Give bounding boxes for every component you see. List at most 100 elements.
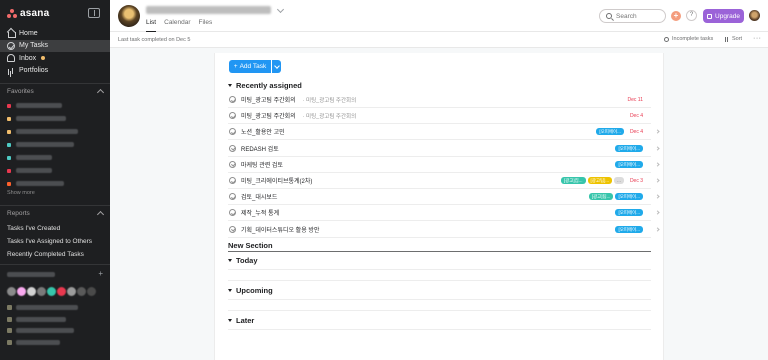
tag-pill[interactable]: [오피에이... — [615, 209, 643, 217]
section-upcoming[interactable]: Upcoming — [228, 286, 273, 295]
complete-task-checkbox[interactable] — [229, 96, 236, 103]
team-project-item[interactable] — [7, 325, 103, 337]
upgrade-button[interactable]: Upgrade — [703, 9, 744, 23]
avatar[interactable] — [37, 287, 46, 296]
task-row[interactable]: 제작_누적 통계 [오피에이... — [228, 205, 660, 222]
complete-task-checkbox[interactable] — [229, 144, 236, 152]
complete-task-checkbox[interactable] — [229, 177, 236, 184]
search-input[interactable] — [616, 12, 660, 20]
report-link[interactable]: Tasks I've Assigned to Others — [7, 235, 92, 248]
task-name[interactable]: 미팅_크리에이티브통계(2차) — [241, 176, 312, 185]
favorite-item[interactable] — [7, 125, 103, 138]
favorite-item[interactable] — [7, 177, 103, 190]
caret-down-icon[interactable] — [228, 289, 232, 292]
quick-add-button[interactable]: + — [671, 11, 681, 21]
report-link[interactable]: Recently Completed Tasks — [7, 248, 92, 261]
complete-task-checkbox[interactable] — [229, 112, 236, 120]
report-link[interactable]: Tasks I've Created — [7, 222, 92, 235]
chevron-right-icon[interactable] — [655, 210, 660, 216]
chevron-right-icon[interactable] — [655, 194, 660, 199]
team-project-item[interactable] — [7, 337, 103, 349]
caret-down-icon[interactable] — [228, 319, 232, 322]
chevron-right-icon[interactable] — [655, 178, 660, 183]
tag-pill[interactable]: [오피에이... — [615, 144, 643, 152]
add-task-button[interactable]: + Add Task — [229, 60, 271, 73]
favorites-header[interactable]: Favorites — [7, 88, 105, 97]
team-project-item[interactable] — [7, 314, 103, 326]
favorite-item[interactable] — [7, 112, 103, 125]
add-task-dropdown-icon[interactable] — [272, 60, 281, 73]
task-name[interactable]: 제작_누적 통계 — [241, 208, 279, 217]
tag-pill[interactable]: [광고팀]... — [587, 177, 613, 184]
task-row[interactable]: 미팅_광고팀 주간회의 · 미팅_광고팀 주간회의 Dec 4 — [228, 108, 651, 125]
tag-pill[interactable]: [오피에이... — [615, 160, 643, 168]
sort-button[interactable]: Sort — [724, 36, 742, 42]
avatar[interactable] — [7, 287, 16, 296]
tag-pill[interactable]: ... — [614, 177, 624, 184]
caret-down-icon[interactable] — [228, 259, 232, 262]
task-row[interactable]: 미팅_크리에이티브통계(2차) [광고]집... [광고팀]...... Dec 3 — [228, 173, 660, 189]
user-avatar[interactable] — [749, 10, 760, 21]
nav-portfolios[interactable]: Portfolios — [0, 65, 110, 78]
nav-home[interactable]: Home — [0, 27, 110, 40]
chevron-right-icon[interactable] — [655, 226, 660, 232]
avatar[interactable] — [17, 287, 26, 296]
section-later[interactable]: Later — [228, 316, 254, 325]
section-new[interactable]: New Section — [228, 241, 651, 252]
task-row[interactable]: 노션_활용안 고민 [오피에이... Dec 4 — [228, 124, 660, 141]
task-row[interactable]: 미팅_광고팀 주간회의 · 미팅_광고팀 주간회의 Dec 11 — [228, 92, 651, 108]
task-name[interactable]: REDASH 검토 — [241, 144, 279, 153]
chevron-up-icon[interactable] — [96, 88, 105, 97]
plus-icon[interactable]: + — [98, 270, 103, 278]
complete-task-checkbox[interactable] — [229, 128, 236, 136]
task-row[interactable]: REDASH 검토 [오피에이... — [228, 141, 660, 157]
team-header[interactable]: + — [7, 269, 103, 279]
complete-task-checkbox[interactable] — [229, 209, 236, 217]
tag-pill[interactable]: [광고]팀... — [588, 193, 614, 201]
complete-task-checkbox[interactable] — [229, 160, 236, 168]
section-recently-assigned[interactable]: Recently assigned — [228, 81, 302, 90]
avatar[interactable] — [67, 287, 76, 296]
task-name[interactable]: 검토_대시보드 — [241, 192, 277, 201]
task-row[interactable]: 검토_대시보드 [광고]팀... [오피에이... — [228, 189, 660, 206]
help-button[interactable]: ? — [686, 10, 697, 21]
due-date[interactable]: Dec 11 — [628, 97, 643, 103]
team-project-item[interactable] — [7, 302, 103, 314]
nav-my-tasks[interactable]: My Tasks — [0, 39, 110, 52]
incomplete-tasks-filter[interactable]: Incomplete tasks — [664, 36, 713, 42]
avatar[interactable] — [27, 287, 36, 296]
show-more-link[interactable]: Show more — [7, 190, 35, 196]
favorite-item[interactable] — [7, 99, 103, 112]
tag-pill[interactable]: [광고]집... — [560, 177, 586, 184]
chevron-right-icon[interactable] — [655, 129, 660, 135]
tag-pill[interactable]: [오피에이... — [615, 193, 643, 201]
favorite-item[interactable] — [7, 138, 103, 151]
favorite-item[interactable] — [7, 151, 103, 164]
avatar[interactable] — [87, 287, 96, 296]
avatar[interactable] — [57, 287, 66, 296]
asana-logo[interactable]: asana — [7, 7, 49, 19]
caret-down-icon[interactable] — [228, 84, 232, 87]
task-row[interactable]: 기획_데이터스튜디오 활용 방안 [오피에이... — [228, 222, 660, 238]
complete-task-checkbox[interactable] — [229, 225, 236, 233]
task-name[interactable]: 노션_활용안 고민 — [241, 127, 285, 136]
chevron-down-icon[interactable] — [276, 5, 285, 14]
chevron-up-icon[interactable] — [96, 210, 105, 219]
tag-pill[interactable]: [오피에이... — [596, 128, 624, 136]
tab-list[interactable]: List — [146, 17, 157, 32]
nav-inbox[interactable]: Inbox — [0, 52, 110, 65]
more-options-icon[interactable]: ··· — [753, 35, 762, 42]
section-today[interactable]: Today — [228, 256, 258, 265]
task-row[interactable]: 마케팅 관련 검토 [오피에이... — [228, 157, 660, 173]
avatar[interactable] — [47, 287, 56, 296]
complete-task-checkbox[interactable] — [229, 193, 236, 201]
due-date[interactable]: Dec 4 — [630, 129, 643, 135]
favorite-item[interactable] — [7, 164, 103, 177]
reports-header[interactable]: Reports — [7, 210, 105, 219]
task-name[interactable]: 미팅_광고팀 주간회의 — [241, 111, 296, 120]
avatar[interactable] — [77, 287, 86, 296]
tab-calendar[interactable]: Calendar — [164, 17, 190, 32]
task-name[interactable]: 마케팅 관련 검토 — [241, 160, 283, 169]
due-date[interactable]: Dec 3 — [630, 178, 643, 184]
chevron-right-icon[interactable] — [655, 162, 660, 167]
